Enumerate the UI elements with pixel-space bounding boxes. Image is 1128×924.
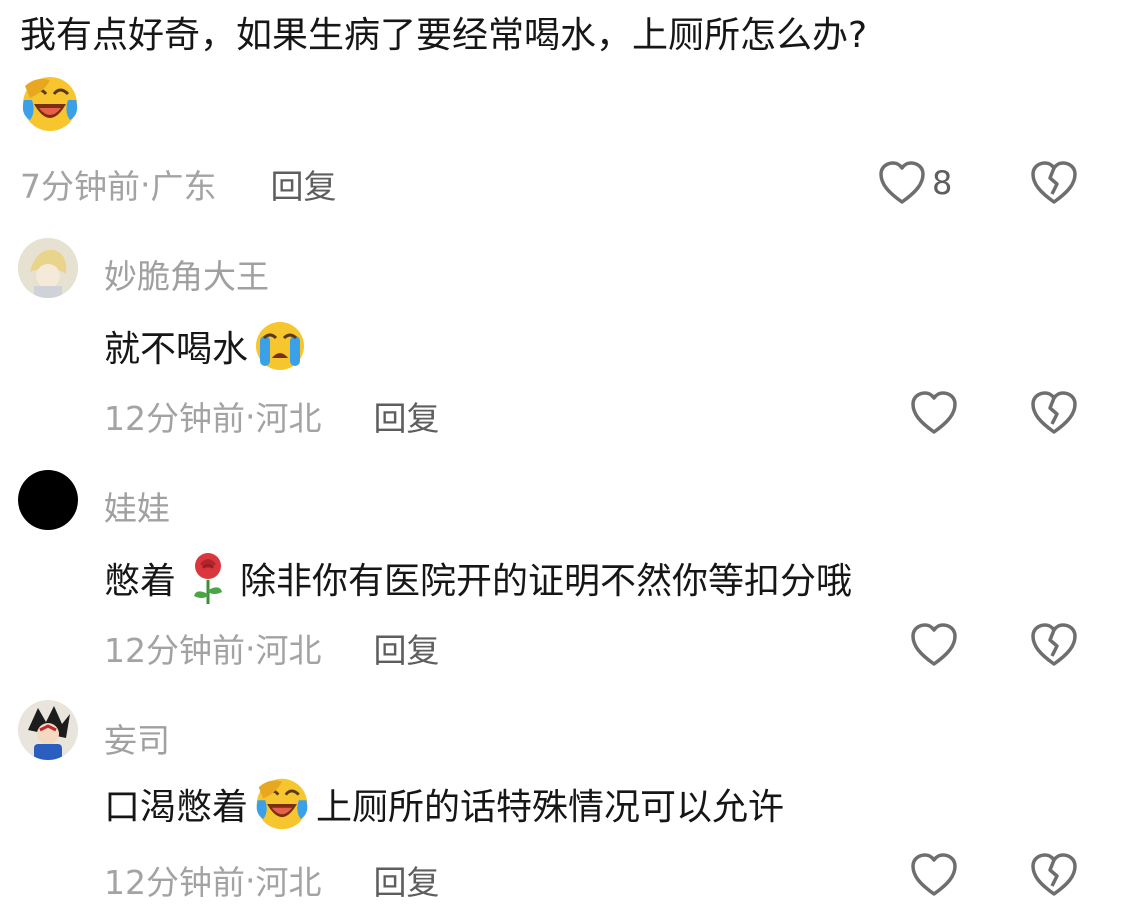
reply-text-before: 憋着 (104, 561, 177, 602)
dislike-button[interactable] (1030, 852, 1078, 902)
broken-heart-icon (1031, 623, 1077, 666)
avatar-image (18, 238, 78, 298)
comment-time: 12分钟前 (104, 863, 245, 902)
avatar-image (18, 700, 78, 760)
dislike-button[interactable] (1030, 622, 1078, 672)
comment-location: 广东 (150, 167, 217, 206)
reply-text-before: 就不喝水 (104, 329, 249, 370)
dislike-button[interactable] (1030, 390, 1078, 440)
reply-text: 就不喝水 (104, 320, 308, 372)
reply-meta: 12分钟前 · 河北 回复 (104, 392, 440, 440)
reply-text: 口渴憋着 上厕所的话特殊情况可以允许 (104, 776, 784, 832)
heart-icon (911, 853, 957, 896)
cry-laughing-emoji (20, 74, 1120, 134)
username[interactable]: 妙脆角大王 (104, 250, 269, 298)
root-comment: 我有点好奇，如果生病了要经常喝水，上厕所怎么办? (20, 14, 1120, 134)
cry-laughing-emoji (256, 778, 308, 830)
avatar[interactable] (18, 470, 78, 530)
comment-time: 12分钟前 (104, 399, 245, 438)
avatar[interactable] (18, 700, 78, 760)
username[interactable]: 娃娃 (104, 482, 170, 530)
heart-icon (879, 161, 925, 204)
broken-heart-icon (1031, 853, 1077, 896)
reply-meta: 12分钟前 · 河北 回复 (104, 624, 440, 672)
like-button[interactable] (910, 390, 958, 440)
rose-emoji (194, 553, 223, 604)
username[interactable]: 妄司 (104, 714, 170, 762)
reply-button[interactable]: 回复 (374, 856, 440, 904)
meta-separator: · (140, 164, 151, 204)
avatar[interactable] (18, 238, 78, 298)
like-button[interactable]: 8 (878, 160, 952, 206)
reply-meta: 12分钟前 · 河北 回复 (104, 856, 440, 904)
meta-separator: · (245, 628, 256, 668)
heart-icon (911, 623, 957, 666)
heart-icon (911, 391, 957, 434)
comment-location: 河北 (255, 399, 322, 438)
comment-location: 河北 (255, 863, 322, 902)
reply-button[interactable]: 回复 (374, 392, 440, 440)
broken-heart-icon (1031, 391, 1077, 434)
comment-text: 我有点好奇，如果生病了要经常喝水，上厕所怎么办? (20, 15, 868, 56)
comment-time: 7分钟前 (20, 167, 140, 206)
like-button[interactable] (910, 622, 958, 672)
meta-separator: · (245, 860, 256, 900)
crying-emoji (256, 322, 305, 370)
like-button[interactable] (910, 852, 958, 902)
reply-button[interactable]: 回复 (374, 624, 440, 672)
reply-text: 憋着 除非你有医院开的证明不然你等扣分哦 (104, 550, 852, 606)
reply-text-before: 口渴憋着 (104, 787, 249, 828)
comment-location: 河北 (255, 631, 322, 670)
comment-time: 12分钟前 (104, 631, 245, 670)
reply-button[interactable]: 回复 (271, 160, 337, 208)
reply-text-after: 上厕所的话特殊情况可以允许 (316, 787, 785, 828)
root-meta: 7分钟前 · 广东 回复 (20, 160, 337, 208)
broken-heart-icon (1031, 161, 1077, 204)
dislike-button[interactable] (1030, 160, 1078, 210)
like-count: 8 (932, 164, 953, 202)
meta-separator: · (245, 396, 256, 436)
reply-text-after: 除非你有医院开的证明不然你等扣分哦 (240, 561, 853, 602)
